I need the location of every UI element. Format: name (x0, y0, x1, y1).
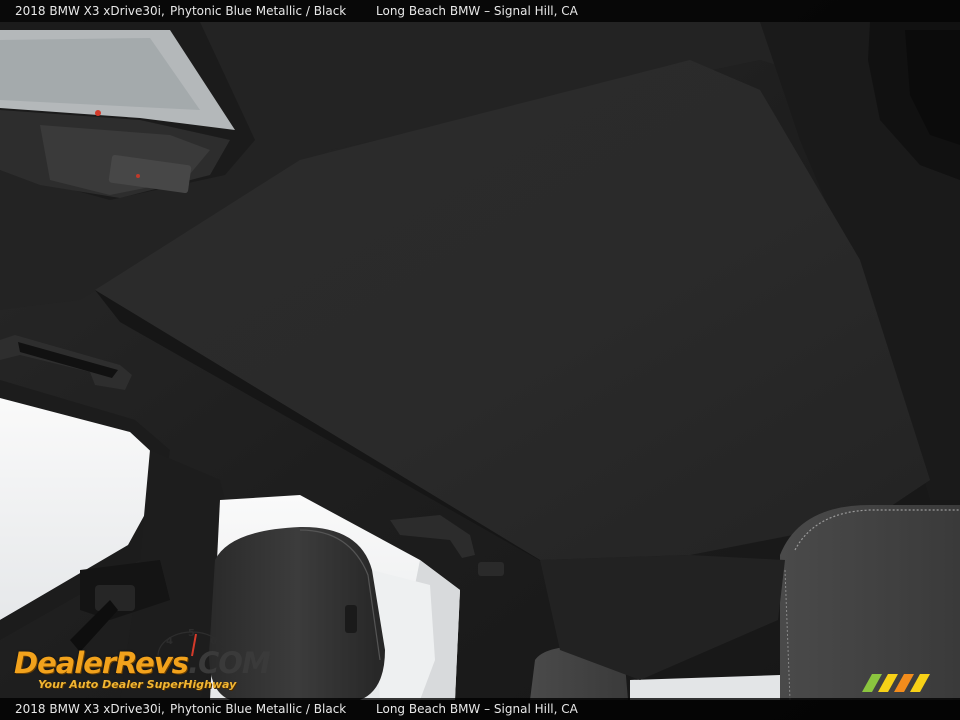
caption-bar-top: 2018 BMW X3 xDrive30i, Phytonic Blue Met… (0, 0, 960, 22)
caption-bottom-dealer: Long Beach BMW – Signal Hill, CA (376, 702, 578, 716)
caption-bottom-color: Phytonic Blue Metallic / Black (170, 702, 347, 716)
gauge-number-5: 5 (188, 628, 195, 639)
caption-color: Phytonic Blue Metallic / Black (170, 4, 347, 18)
dealerrevs-watermark: 4 5 6 DealerRevs.COM Your Auto Dealer Su… (12, 628, 271, 694)
caption-bar-bottom: 2018 BMW X3 xDrive30i, Phytonic Blue Met… (0, 698, 960, 720)
watermark-tagline: Your Auto Dealer SuperHighway (38, 678, 237, 691)
watermark-brand-text: DealerRevs (14, 646, 189, 680)
caption-bottom-vehicle: 2018 BMW X3 xDrive30i, (15, 702, 165, 716)
caption-vehicle: 2018 BMW X3 xDrive30i, (15, 4, 165, 18)
caption-dealer: Long Beach BMW – Signal Hill, CA (376, 4, 578, 18)
interior-roof-photo (0, 0, 960, 720)
watermark-brand: DealerRevs.COM (14, 646, 271, 680)
passenger-headrest (780, 505, 960, 700)
watermark-domain: .COM (187, 646, 271, 680)
photo-frame: 2018 BMW X3 xDrive30i, Phytonic Blue Met… (0, 0, 960, 720)
stripes-logo-icon (862, 674, 930, 692)
